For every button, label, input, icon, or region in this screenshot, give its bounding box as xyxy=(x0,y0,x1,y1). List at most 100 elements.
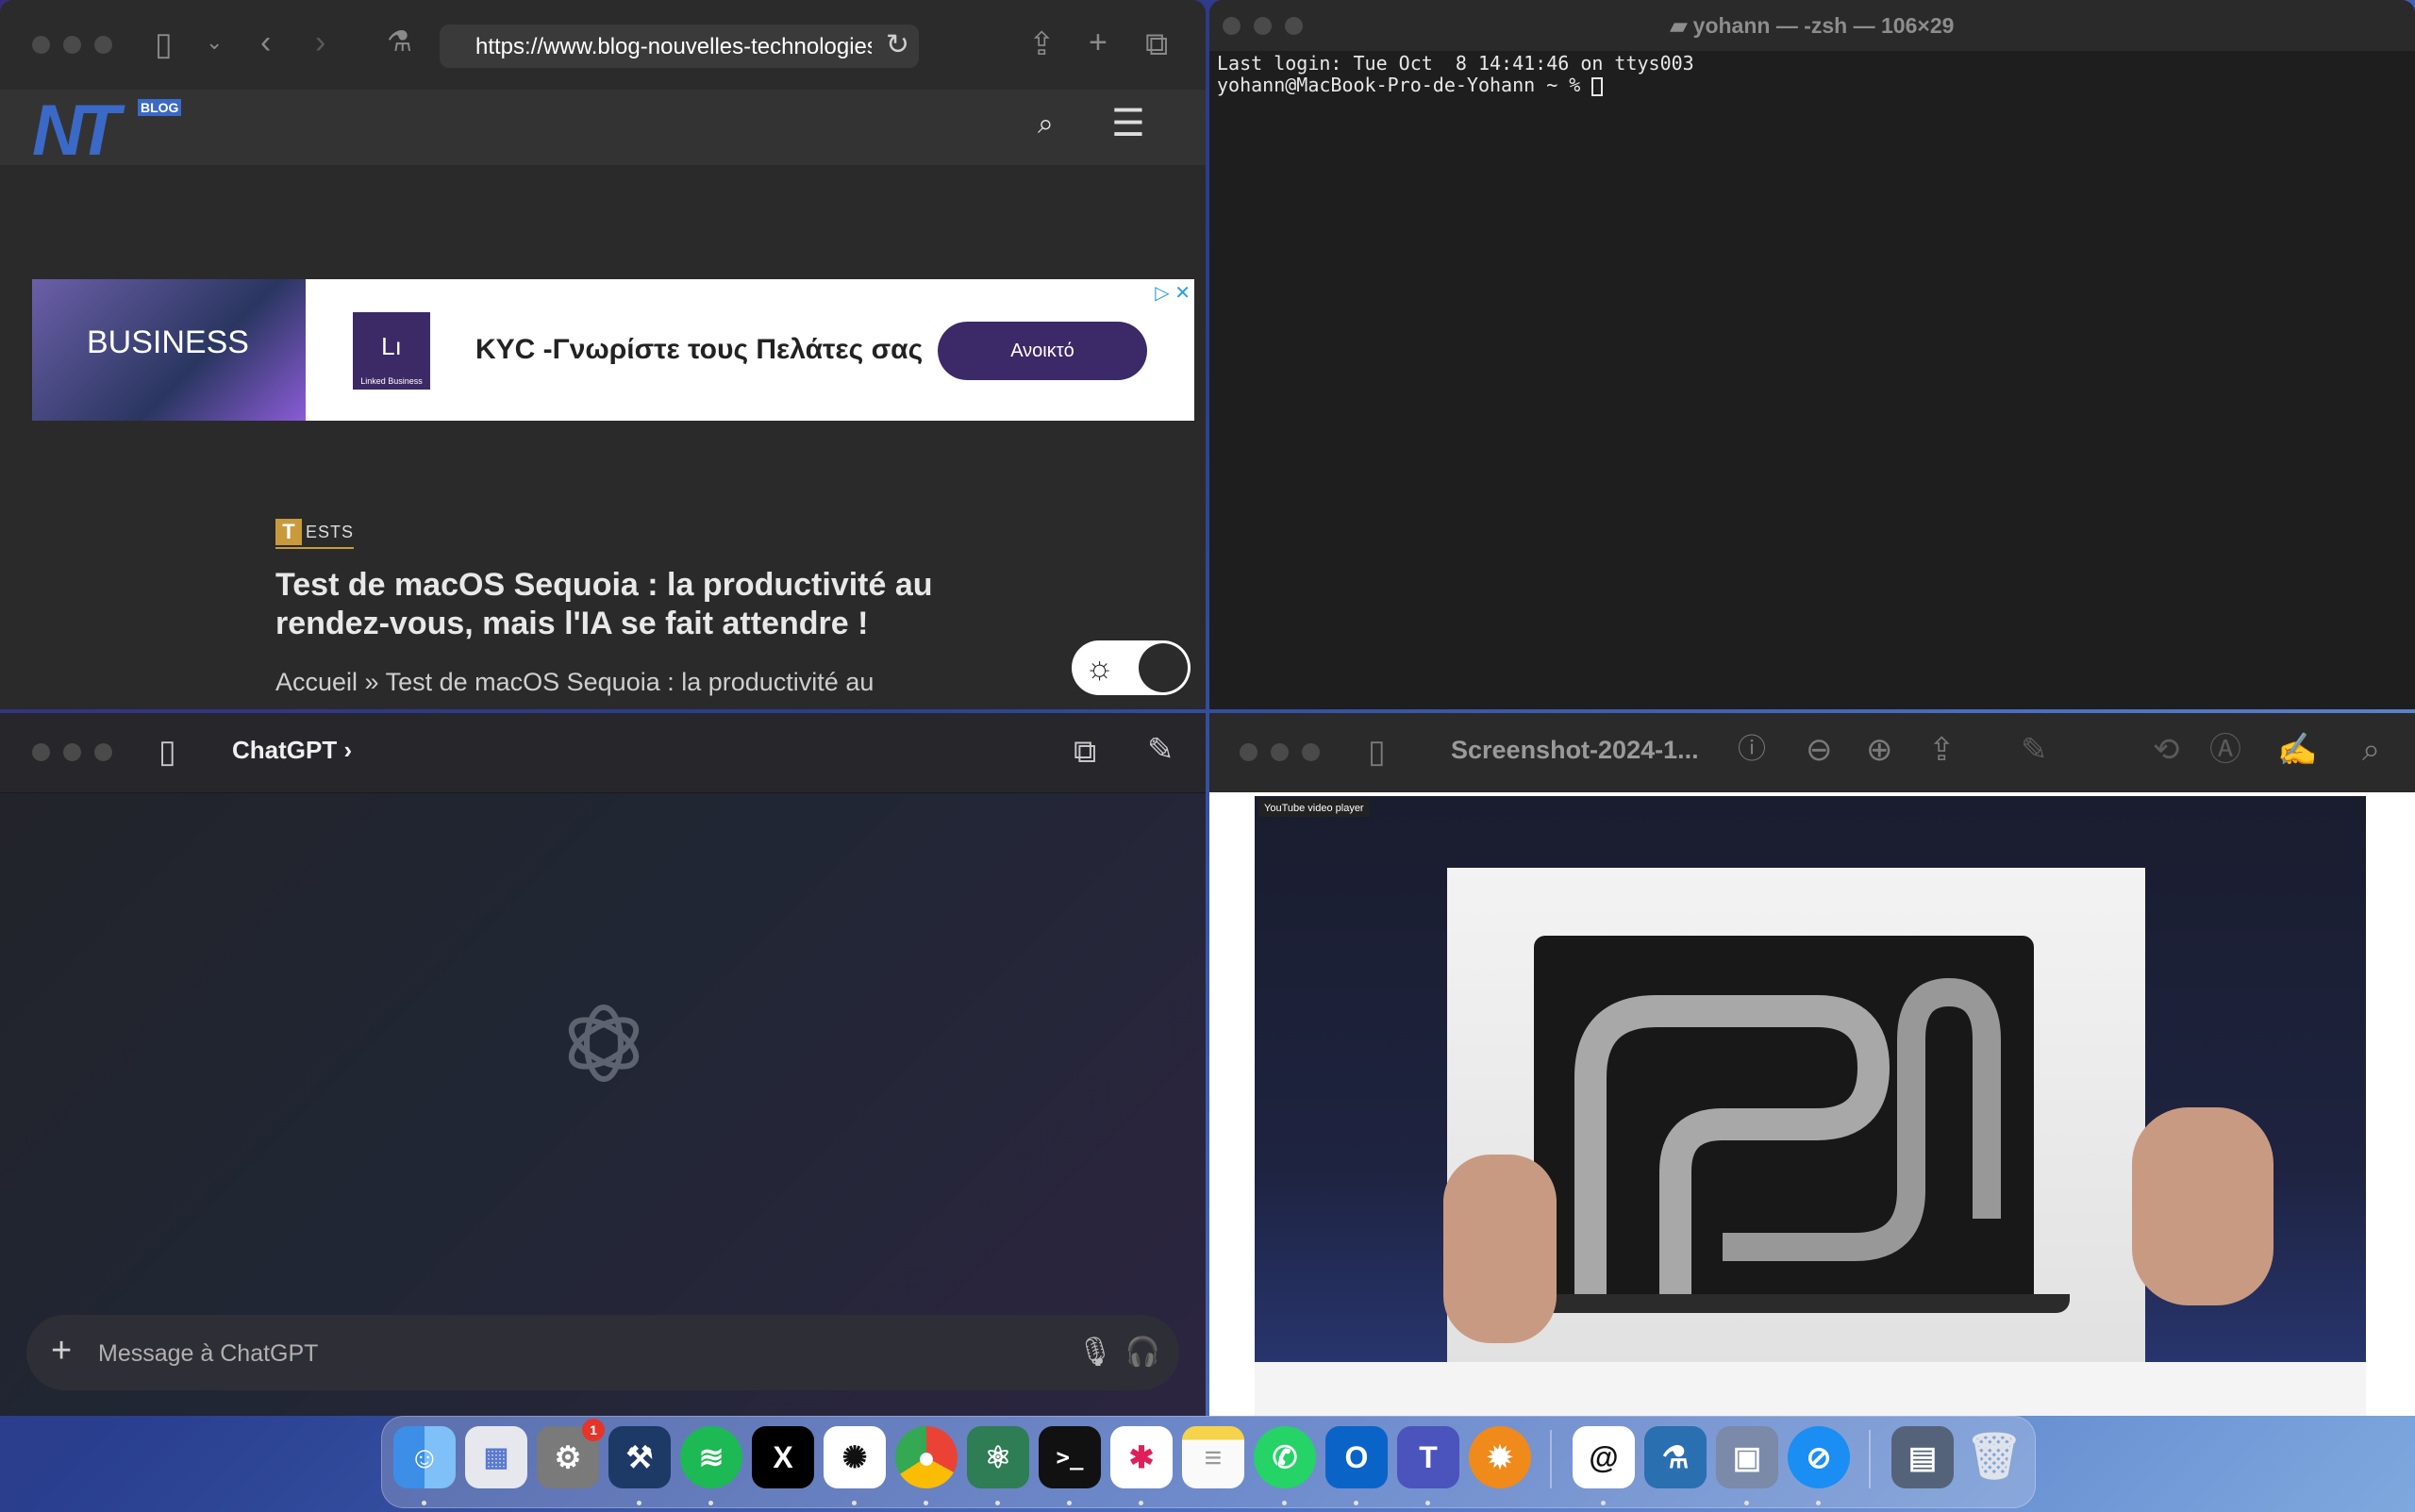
dock: ☺ ▦ ⚙ 1 ⚒ ≋ X ✺ ● ⚛ >_ ✱ ≡ ✆ O T ✹ @ ⚗ ▣ … xyxy=(381,1416,2036,1508)
ad-banner[interactable]: BUSINESS Lı Linked Business KYC -Γνωρίστ… xyxy=(32,279,1194,421)
recent-screenshot-icon[interactable]: ▤ xyxy=(1891,1426,1954,1488)
ad-close-icon[interactable]: ▷ ✕ xyxy=(1155,281,1191,305)
logo-text: NT xyxy=(32,91,120,171)
laptop-screen-image xyxy=(1534,936,2034,1294)
left-hand xyxy=(1443,1155,1557,1343)
ad-logo-caption: Linked Business xyxy=(360,376,423,386)
close-button[interactable] xyxy=(1240,743,1257,761)
ad-headline[interactable]: KYC -Γνωρίστε τους Πελάτες σας xyxy=(475,334,923,366)
ad-cta-button[interactable]: Ανοικτό xyxy=(938,322,1147,380)
atom-icon[interactable]: ⚛ xyxy=(967,1426,1029,1505)
close-button[interactable] xyxy=(32,743,50,761)
share-icon[interactable]: ⇪ xyxy=(1928,734,1956,766)
threads-icon[interactable]: @ xyxy=(1573,1426,1635,1505)
category-tag[interactable]: T ESTS xyxy=(275,519,355,549)
instruments-icon[interactable]: ⚗ xyxy=(1644,1426,1707,1488)
temporary-chat-icon[interactable]: ⧉ xyxy=(1074,736,1096,768)
running-dot xyxy=(1354,1501,1358,1505)
chatgpt-logo-icon xyxy=(568,1005,640,1082)
headphones-icon[interactable]: 🎧 xyxy=(1125,1336,1160,1369)
terminal-titlebar: ▰ yohann — -zsh — 106×29 xyxy=(1209,0,2415,51)
x-app-icon[interactable]: X xyxy=(752,1426,814,1488)
minimize-button[interactable] xyxy=(63,36,81,54)
share-icon[interactable]: ⇪ xyxy=(1028,28,1056,60)
flask-icon[interactable]: ⚗ xyxy=(387,28,412,57)
new-chat-icon[interactable]: ✎ xyxy=(1147,734,1174,766)
sidebar-toggle-icon[interactable]: ▯ xyxy=(1368,736,1386,768)
model-selector[interactable]: ChatGPT › xyxy=(232,736,352,765)
laptop-base xyxy=(1498,1294,2070,1313)
ad-image[interactable]: BUSINESS xyxy=(32,279,306,421)
minimize-button[interactable] xyxy=(63,743,81,761)
signature-icon[interactable]: ✍ xyxy=(2277,734,2317,766)
vlc-icon[interactable]: ✹ xyxy=(1469,1426,1531,1488)
markup-pen-icon[interactable]: ✎ xyxy=(2021,734,2048,766)
forward-arrow-icon[interactable]: › xyxy=(315,26,325,58)
zoom-button[interactable] xyxy=(1302,743,1320,761)
zoom-in-icon[interactable]: ⊕ xyxy=(1866,734,1893,766)
terminal-title-text: yohann — -zsh — 106×29 xyxy=(1692,13,1955,38)
new-tab-icon[interactable]: + xyxy=(1089,26,1108,58)
ad-image-text: BUSINESS xyxy=(87,324,249,360)
search-icon[interactable]: ⌕ xyxy=(1038,110,1054,139)
reload-icon[interactable]: ↻ xyxy=(886,28,909,61)
document-title[interactable]: Screenshot-2024-1... xyxy=(1451,736,1699,765)
chevron-down-icon[interactable]: ⌄ xyxy=(206,32,223,53)
traffic-lights xyxy=(32,743,112,761)
video-player-label: YouTube video player xyxy=(1258,800,1370,817)
markup-icon[interactable]: Ⓐ xyxy=(2209,734,2241,766)
zoom-button[interactable] xyxy=(94,36,112,54)
terminal-output[interactable]: Last login: Tue Oct 8 14:41:46 on ttys00… xyxy=(1217,53,1694,96)
running-dot xyxy=(1601,1501,1606,1505)
spotify-icon[interactable]: ≋ xyxy=(680,1426,742,1505)
close-button[interactable] xyxy=(32,36,50,54)
tab-overview-icon[interactable]: ⧉ xyxy=(1145,28,1168,60)
safari-app-icon[interactable]: ⊘ xyxy=(1788,1426,1850,1505)
hamburger-menu-icon[interactable]: ☰ xyxy=(1111,105,1145,142)
running-dot xyxy=(1282,1501,1287,1505)
running-dot xyxy=(1139,1501,1143,1505)
category-initial: T xyxy=(275,519,302,545)
terminal-title: ▰ yohann — -zsh — 106×29 xyxy=(1209,13,2415,39)
system-settings-icon[interactable]: ⚙ 1 xyxy=(537,1419,605,1488)
teams-icon[interactable]: T xyxy=(1397,1426,1459,1505)
ad-logo-text: Lı xyxy=(381,332,402,360)
xcode-icon[interactable]: ⚒ xyxy=(608,1426,671,1505)
address-bar[interactable]: https://www.blog-nouvelles-technologies.… xyxy=(440,25,919,68)
back-arrow-icon[interactable]: ‹ xyxy=(260,26,271,58)
url-text[interactable]: https://www.blog-nouvelles-technologies.… xyxy=(475,34,872,60)
search-icon[interactable]: ⌕ xyxy=(2362,734,2380,766)
slack-icon[interactable]: ✱ xyxy=(1110,1426,1173,1505)
sidebar-toggle-icon[interactable]: ▯ xyxy=(155,28,173,60)
video-screenshot: YouTube video player xyxy=(1255,796,2366,1416)
message-input[interactable] xyxy=(96,1334,1024,1373)
chatgpt-app-icon[interactable]: ✺ xyxy=(824,1426,886,1505)
trash-icon[interactable]: 🗑 xyxy=(1963,1426,2025,1488)
traffic-lights xyxy=(32,36,112,54)
breadcrumb[interactable]: Accueil » Test de macOS Sequoia : la pro… xyxy=(275,668,955,697)
rotate-icon[interactable]: ⟲ xyxy=(2153,734,2180,766)
preview-app-icon[interactable]: ▣ xyxy=(1716,1426,1778,1505)
attach-plus-icon[interactable]: + xyxy=(51,1332,72,1370)
finder-icon[interactable]: ☺ xyxy=(393,1426,456,1505)
terminal-app-icon[interactable]: >_ xyxy=(1039,1426,1101,1505)
whatsapp-icon[interactable]: ✆ xyxy=(1254,1426,1316,1505)
zoom-button[interactable] xyxy=(94,743,112,761)
preview-window: ▯ Screenshot-2024-1... ⓘ ⊖ ⊕ ⇪ ✎ ⟲ Ⓐ ✍ ⌕… xyxy=(1209,713,2415,1416)
prompt-line: yohann@MacBook-Pro-de-Yohann ~ % xyxy=(1217,74,1592,96)
theme-toggle[interactable]: ☼ xyxy=(1072,640,1191,695)
site-logo[interactable]: NT BLOG xyxy=(32,95,182,167)
chatgpt-window: ▯ ChatGPT › ⧉ ✎ + 🎙 🎧 xyxy=(0,713,1206,1416)
microphone-icon[interactable]: 🎙 xyxy=(1077,1336,1113,1369)
wallpaper-graphic xyxy=(1574,977,2001,1294)
sidebar-toggle-icon[interactable]: ▯ xyxy=(158,736,176,768)
info-icon[interactable]: ⓘ xyxy=(1738,736,1766,764)
notes-icon[interactable]: ≡ xyxy=(1182,1426,1244,1488)
minimize-button[interactable] xyxy=(1271,743,1289,761)
safari-toolbar: ▯ ⌄ ‹ › ⚗ https://www.blog-nouvelles-tec… xyxy=(0,0,1206,91)
zoom-out-icon[interactable]: ⊖ xyxy=(1806,734,1833,766)
outlook-icon[interactable]: O xyxy=(1325,1426,1388,1505)
message-composer[interactable]: + 🎙 🎧 xyxy=(26,1315,1179,1390)
chrome-icon[interactable]: ● xyxy=(895,1426,958,1505)
launchpad-icon[interactable]: ▦ xyxy=(465,1426,527,1488)
